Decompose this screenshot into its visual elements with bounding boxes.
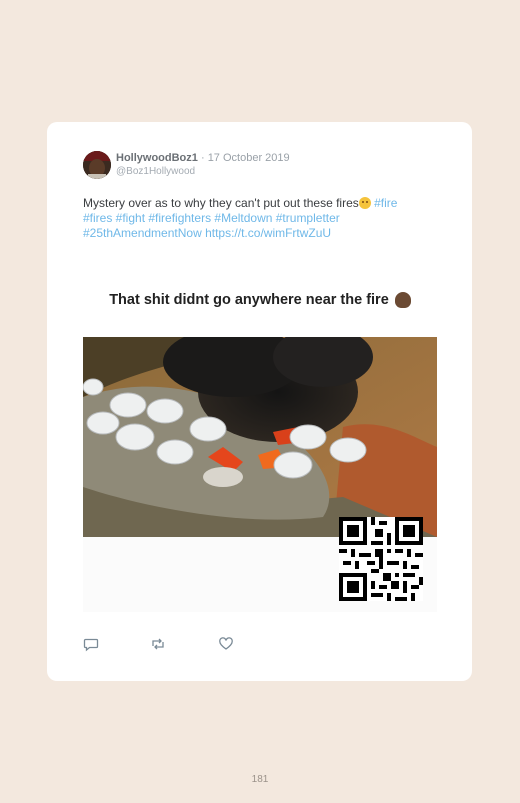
hashtag-link[interactable]: #fire bbox=[374, 196, 397, 210]
person-emoji bbox=[394, 291, 411, 308]
tweet-text: Mystery over as to why they can't put ou… bbox=[83, 196, 443, 241]
hashtag-link[interactable]: #25thAmendmentNow bbox=[83, 226, 202, 240]
separator: · bbox=[200, 152, 205, 164]
tweet-media[interactable]: That shit didnt go anywhere near the fir… bbox=[83, 262, 437, 612]
tweet-url[interactable]: https://t.co/wimFrtwZuU bbox=[205, 226, 331, 240]
user-handle[interactable]: @Boz1Hollywood bbox=[116, 166, 195, 177]
tweet-card: HollywoodBoz1 · 17 October 2019 @Boz1Hol… bbox=[47, 122, 472, 681]
hashtag-links[interactable]: #fires #fight #firefighters #Meltdown #t… bbox=[83, 211, 340, 225]
avatar[interactable] bbox=[83, 151, 111, 179]
media-caption: That shit didnt go anywhere near the fir… bbox=[109, 291, 389, 308]
tweet-text-body: Mystery over as to why they can't put ou… bbox=[83, 196, 359, 210]
display-name[interactable]: HollywoodBoz1 bbox=[116, 152, 198, 164]
tweet-actions bbox=[83, 636, 443, 656]
page-number: 181 bbox=[251, 774, 269, 785]
tweet-header: HollywoodBoz1 · 17 October 2019 bbox=[116, 152, 290, 164]
heart-icon[interactable] bbox=[218, 636, 234, 652]
media-caption-box: That shit didnt go anywhere near the fir… bbox=[83, 262, 437, 337]
reply-icon[interactable] bbox=[83, 636, 99, 652]
retweet-icon[interactable] bbox=[150, 636, 166, 652]
tweet-date[interactable]: 17 October 2019 bbox=[208, 152, 290, 164]
fire-photo bbox=[83, 337, 437, 537]
qr-code bbox=[339, 517, 423, 601]
flushed-face-emoji bbox=[358, 197, 371, 209]
